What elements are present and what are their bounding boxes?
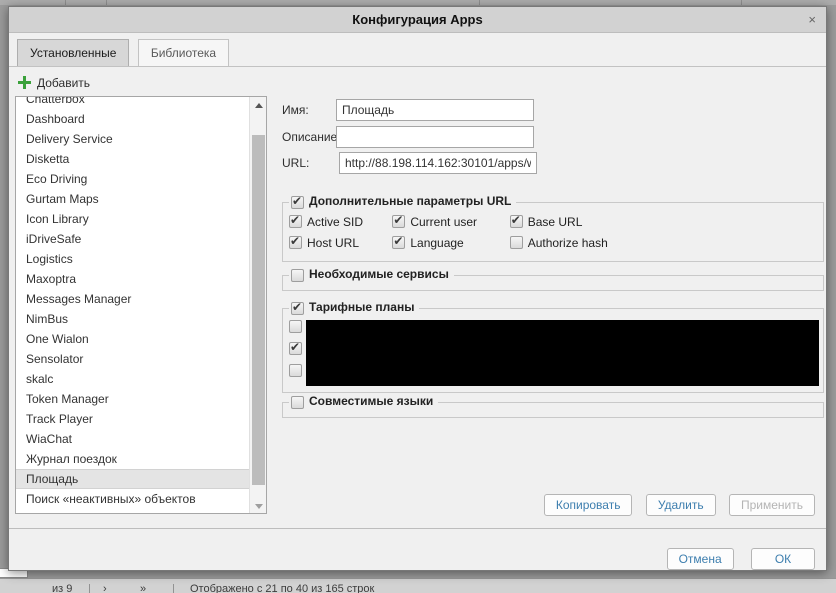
billing-plans-title: Тарифные планы xyxy=(309,300,414,314)
list-scrollbar[interactable] xyxy=(249,97,266,513)
separator: | xyxy=(88,583,91,593)
billing-plan-checkbox[interactable] xyxy=(289,364,302,377)
list-item[interactable]: Track Player xyxy=(16,409,249,429)
background-toolbar xyxy=(0,0,836,5)
action-button-row: Копировать Удалить Применить xyxy=(534,494,815,516)
background-pagination-bar: из 9 | › » | Отображено с 21 по 40 из 16… xyxy=(0,578,836,593)
name-field[interactable] xyxy=(336,99,534,121)
list-item[interactable]: Delivery Service xyxy=(16,129,249,149)
apps-config-dialog: Конфигурация Apps × Установленные Библио… xyxy=(8,6,827,571)
list-item[interactable]: Disketta xyxy=(16,149,249,169)
dialog-title: Конфигурация Apps xyxy=(9,7,826,33)
billing-plan-checkbox[interactable] xyxy=(289,342,302,355)
list-item[interactable]: WiaChat xyxy=(16,429,249,449)
list-item[interactable]: Messages Manager xyxy=(16,289,249,309)
required-services-checkbox[interactable] xyxy=(291,269,304,282)
active-sid-checkbox[interactable] xyxy=(289,215,302,228)
description-field[interactable] xyxy=(336,126,534,148)
cancel-button[interactable]: Отмена xyxy=(667,548,734,570)
list-item[interactable]: iDriveSafe xyxy=(16,229,249,249)
compatible-languages-title: Совместимые языки xyxy=(309,394,433,408)
separator: | xyxy=(172,583,175,593)
active-sid-label: Active SID xyxy=(307,215,363,229)
name-label: Имя: xyxy=(282,99,309,121)
current-user-label: Current user xyxy=(410,215,477,229)
pagination-next-icon[interactable]: › xyxy=(103,583,107,593)
list-item-selected[interactable]: Площадь xyxy=(16,469,249,489)
list-item[interactable]: Chatterbox xyxy=(16,96,249,109)
footer-button-row: Отмена ОК xyxy=(653,548,815,570)
host-url-checkbox[interactable] xyxy=(289,236,302,249)
required-services-section: Необходимые сервисы xyxy=(282,267,824,291)
url-params-checkbox[interactable] xyxy=(291,196,304,209)
host-url-label: Host URL xyxy=(307,236,359,250)
tab-panel-divider xyxy=(9,66,826,67)
scroll-up-icon[interactable] xyxy=(250,97,267,113)
list-item[interactable]: Dashboard xyxy=(16,109,249,129)
language-checkbox[interactable] xyxy=(392,236,405,249)
billing-plans-checkbox[interactable] xyxy=(291,302,304,315)
list-item[interactable]: Журнал поездок xyxy=(16,449,249,469)
base-url-label: Base URL xyxy=(528,215,583,229)
list-item[interactable]: skalc xyxy=(16,369,249,389)
compatible-languages-checkbox[interactable] xyxy=(291,396,304,409)
ok-button[interactable]: ОК xyxy=(751,548,815,570)
add-app-button[interactable]: Добавить xyxy=(18,76,90,90)
url-field[interactable] xyxy=(339,152,537,174)
tab-library[interactable]: Библиотека xyxy=(138,39,229,67)
url-params-title: Дополнительные параметры URL xyxy=(309,194,511,208)
base-url-checkbox[interactable] xyxy=(510,215,523,228)
billing-plans-section: Тарифные планы xyxy=(282,300,824,393)
list-item[interactable]: One Wialon xyxy=(16,329,249,349)
authorize-hash-label: Authorize hash xyxy=(528,236,608,250)
list-item[interactable]: Token Manager xyxy=(16,389,249,409)
tab-bar: Установленные Библиотека xyxy=(17,39,234,66)
dialog-header: Конфигурация Apps × xyxy=(9,7,826,33)
authorize-hash-checkbox[interactable] xyxy=(510,236,523,249)
footer-divider xyxy=(9,528,826,529)
list-item[interactable]: Icon Library xyxy=(16,209,249,229)
language-label: Language xyxy=(410,236,463,250)
redacted-region xyxy=(306,320,819,386)
list-item[interactable]: Maxoptra xyxy=(16,269,249,289)
add-app-label: Добавить xyxy=(37,76,90,90)
tab-installed[interactable]: Установленные xyxy=(17,39,129,67)
pagination-summary: Отображено с 21 по 40 из 165 строк xyxy=(190,583,374,593)
copy-button[interactable]: Копировать xyxy=(544,494,633,516)
url-params-section: Дополнительные параметры URL Active SID … xyxy=(282,194,824,262)
close-icon[interactable]: × xyxy=(808,7,816,33)
list-item[interactable]: Logistics xyxy=(16,249,249,269)
pagination-page-of: из 9 xyxy=(52,583,72,593)
app-list: Chatterbox Dashboard Delivery Service Di… xyxy=(15,96,267,514)
billing-plan-checkbox[interactable] xyxy=(289,320,302,333)
delete-button[interactable]: Удалить xyxy=(646,494,716,516)
scroll-down-icon[interactable] xyxy=(250,497,267,513)
scrollbar-thumb[interactable] xyxy=(252,135,265,485)
list-item[interactable]: Sensolator xyxy=(16,349,249,369)
pagination-last-icon[interactable]: » xyxy=(140,583,146,593)
compatible-languages-section: Совместимые языки xyxy=(282,394,824,418)
required-services-title: Необходимые сервисы xyxy=(309,267,449,281)
plus-icon xyxy=(18,76,31,89)
list-item[interactable]: Gurtam Maps xyxy=(16,189,249,209)
list-item[interactable]: Поиск «неактивных» объектов xyxy=(16,489,249,509)
list-item[interactable]: Eco Driving xyxy=(16,169,249,189)
list-item[interactable]: NimBus xyxy=(16,309,249,329)
apply-button[interactable]: Применить xyxy=(729,494,815,516)
url-label: URL: xyxy=(282,152,309,174)
description-label: Описание: xyxy=(282,126,341,148)
current-user-checkbox[interactable] xyxy=(392,215,405,228)
